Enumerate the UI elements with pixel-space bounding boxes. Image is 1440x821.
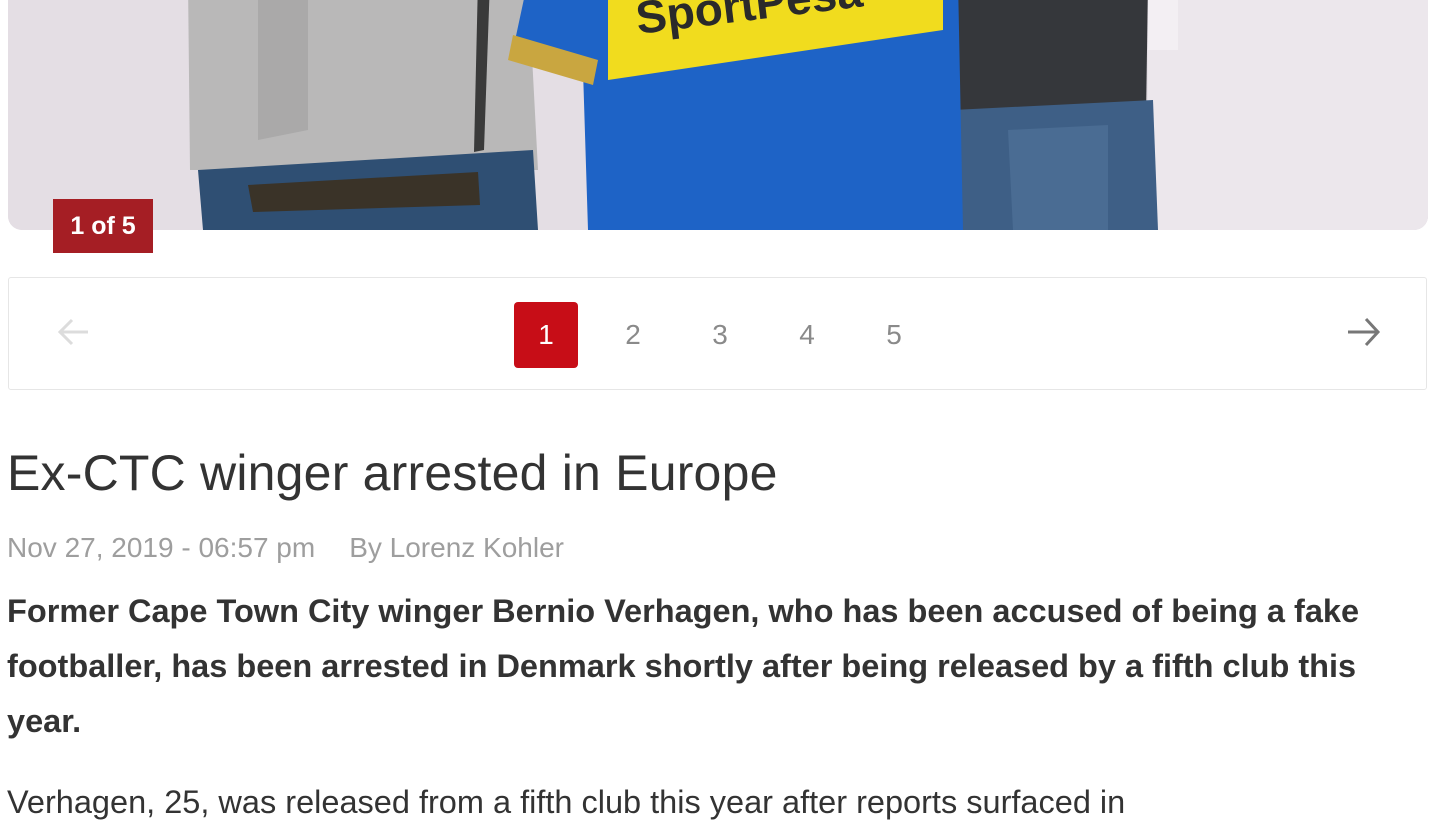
gallery-counter-badge: 1 of 5: [53, 199, 153, 253]
page-button-3[interactable]: 3: [688, 302, 752, 368]
page-numbers: 1 2 3 4 5: [514, 302, 949, 368]
page-button-1[interactable]: 1: [514, 302, 578, 368]
article-lead: Former Cape Town City winger Bernio Verh…: [7, 593, 1360, 739]
article-date: Nov 27, 2019 - 06:57 pm: [7, 532, 316, 563]
prev-arrow-icon[interactable]: [53, 312, 93, 352]
gallery-photo[interactable]: SportPesa: [8, 0, 1428, 230]
gallery-pagination: 1 2 3 4 5: [8, 277, 1427, 390]
article-headline: Ex-CTC winger arrested in Europe: [7, 445, 778, 501]
article-body-paragraph: Verhagen, 25, was released from a fifth …: [7, 784, 1126, 820]
page-button-5[interactable]: 5: [862, 302, 926, 368]
article-meta: Nov 27, 2019 - 06:57 pm By Lorenz Kohler: [7, 532, 564, 564]
next-arrow-icon[interactable]: [1344, 312, 1384, 352]
page-button-4[interactable]: 4: [775, 302, 839, 368]
article-author[interactable]: By Lorenz Kohler: [349, 532, 564, 563]
page-button-2[interactable]: 2: [601, 302, 665, 368]
